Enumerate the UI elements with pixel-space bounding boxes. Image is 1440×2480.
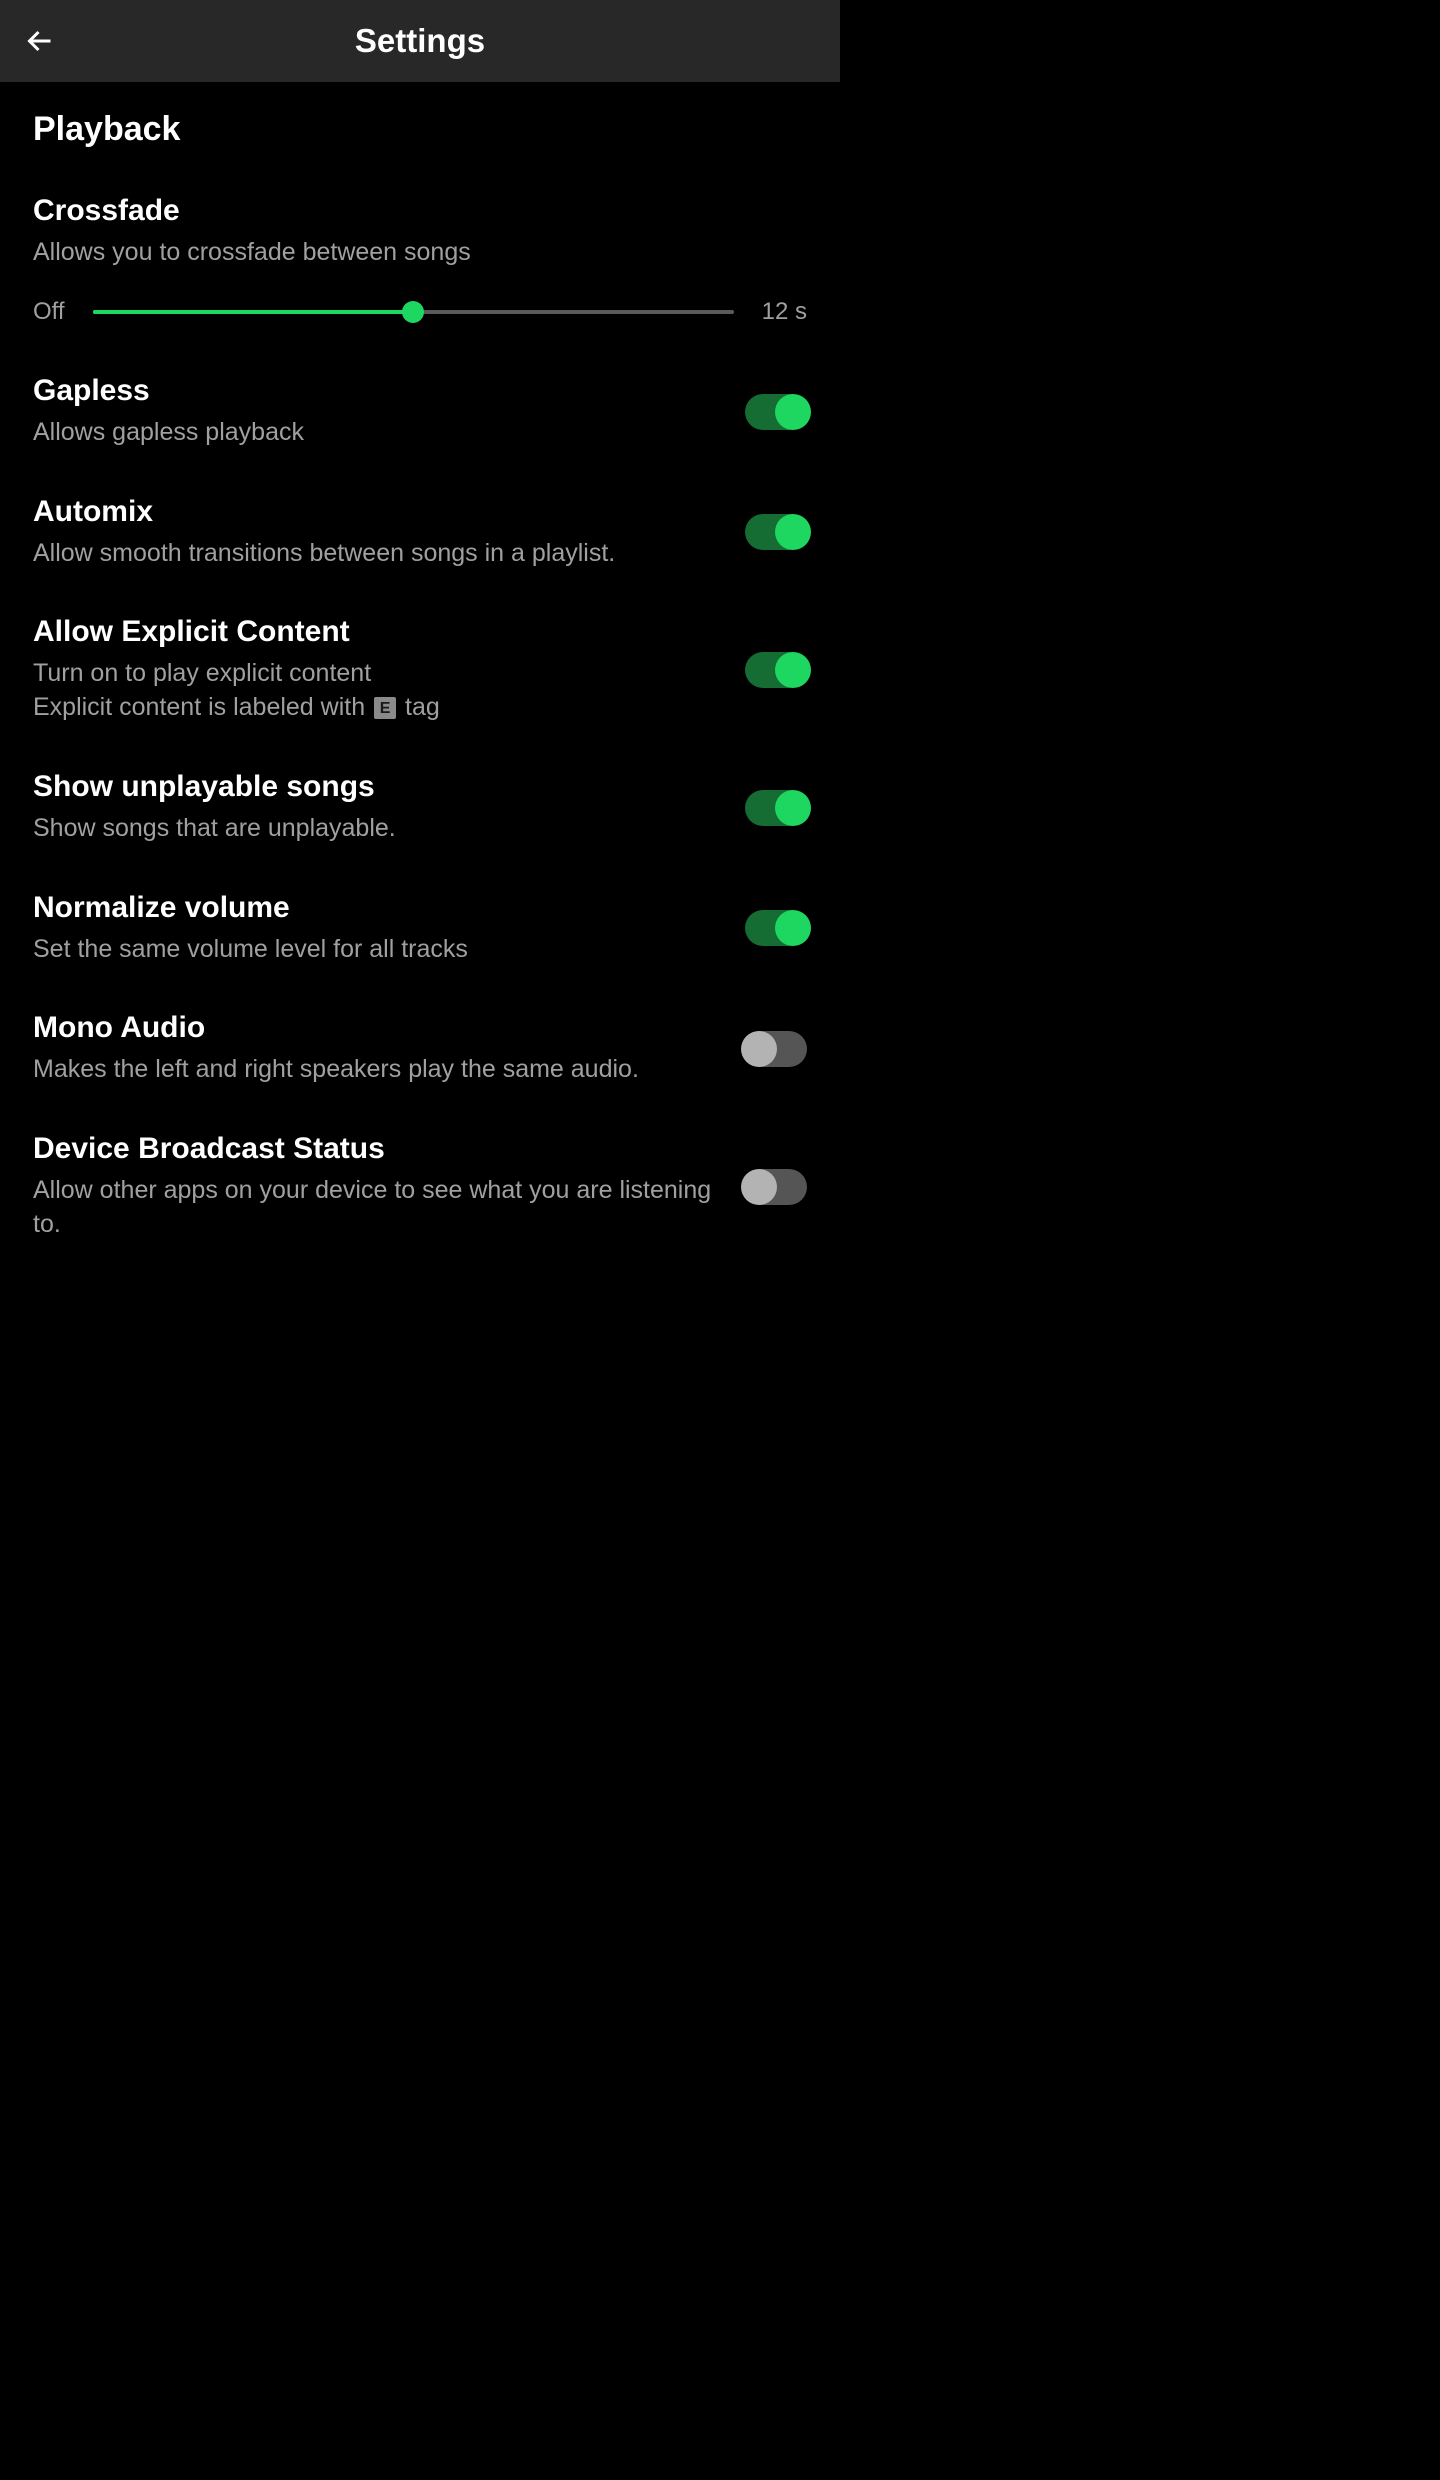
setting-text: Automix Allow smooth transitions between… [33,495,745,571]
mono-desc: Makes the left and right speakers play t… [33,1053,725,1087]
header: Settings [0,0,840,82]
toggle-thumb [775,394,811,430]
mono-toggle[interactable] [745,1031,807,1067]
toggle-thumb [741,1169,777,1205]
toggle-thumb [775,652,811,688]
crossfade-slider-row: Off 12 s [33,298,807,326]
unplayable-toggle[interactable] [745,790,807,826]
setting-gapless: Gapless Allows gapless playback [33,374,807,450]
setting-broadcast: Device Broadcast Status Allow other apps… [33,1132,807,1242]
setting-crossfade: Crossfade Allows you to crossfade betwee… [33,194,807,326]
arrow-left-icon [22,23,58,59]
setting-automix: Automix Allow smooth transitions between… [33,495,807,571]
crossfade-min-label: Off [33,298,65,326]
gapless-title: Gapless [33,374,725,408]
setting-normalize: Normalize volume Set the same volume lev… [33,891,807,967]
explicit-desc-pre: Explicit content is labeled with [33,693,372,721]
explicit-desc-line2: Explicit content is labeled with E tag [33,691,725,725]
automix-desc: Allow smooth transitions between songs i… [33,537,725,571]
normalize-desc: Set the same volume level for all tracks [33,933,725,967]
setting-explicit: Allow Explicit Content Turn on to play e… [33,615,807,725]
explicit-desc-line1: Turn on to play explicit content [33,657,725,691]
crossfade-title: Crossfade [33,194,807,228]
crossfade-slider-thumb[interactable] [402,301,424,323]
setting-text: Show unplayable songs Show songs that ar… [33,770,745,846]
setting-mono: Mono Audio Makes the left and right spea… [33,1011,807,1087]
toggle-thumb [775,514,811,550]
content: Playback Crossfade Allows you to crossfa… [0,82,840,1327]
automix-title: Automix [33,495,725,529]
mono-title: Mono Audio [33,1011,725,1045]
crossfade-slider-fill [93,310,414,314]
section-playback-title: Playback [33,110,807,149]
unplayable-desc: Show songs that are unplayable. [33,812,725,846]
explicit-title: Allow Explicit Content [33,615,725,649]
toggle-thumb [775,910,811,946]
crossfade-desc: Allows you to crossfade between songs [33,236,807,270]
unplayable-title: Show unplayable songs [33,770,725,804]
setting-text: Allow Explicit Content Turn on to play e… [33,615,745,725]
setting-text: Normalize volume Set the same volume lev… [33,891,745,967]
explicit-toggle[interactable] [745,652,807,688]
automix-toggle[interactable] [745,514,807,550]
setting-text: Mono Audio Makes the left and right spea… [33,1011,745,1087]
normalize-toggle[interactable] [745,910,807,946]
toggle-thumb [741,1031,777,1067]
page-title: Settings [20,22,820,60]
setting-text: Device Broadcast Status Allow other apps… [33,1132,745,1242]
explicit-desc-post: tag [398,693,440,721]
normalize-title: Normalize volume [33,891,725,925]
explicit-desc: Turn on to play explicit content Explici… [33,657,725,725]
crossfade-max-label: 12 s [762,298,807,326]
gapless-desc: Allows gapless playback [33,416,725,450]
broadcast-desc: Allow other apps on your device to see w… [33,1174,725,1242]
explicit-tag-icon: E [374,697,396,719]
toggle-thumb [775,790,811,826]
setting-text: Gapless Allows gapless playback [33,374,745,450]
crossfade-slider[interactable] [93,310,734,314]
back-button[interactable] [20,21,60,61]
broadcast-toggle[interactable] [745,1169,807,1205]
setting-unplayable: Show unplayable songs Show songs that ar… [33,770,807,846]
broadcast-title: Device Broadcast Status [33,1132,725,1166]
gapless-toggle[interactable] [745,394,807,430]
